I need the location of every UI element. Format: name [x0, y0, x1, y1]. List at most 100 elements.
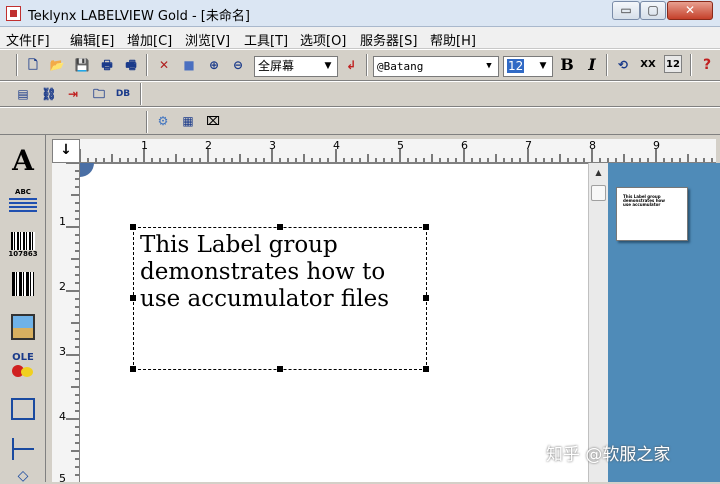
font-select-value: @Batang: [377, 60, 424, 73]
chevron-down-icon: ▼: [324, 61, 332, 71]
label-text-line: This Label group: [140, 232, 338, 258]
save-icon[interactable]: 💾: [73, 56, 91, 74]
ruler-number: 1: [141, 139, 148, 152]
label-text-line: demonstrates how to: [140, 259, 386, 285]
ellipse-tool-icon[interactable]: ◇: [8, 469, 38, 483]
ruler-number: 2: [205, 139, 212, 152]
toolbar-separator: [146, 54, 148, 76]
resize-handle[interactable]: [277, 224, 283, 230]
menu-bar: 文件[F] 编辑[E] 增加[C] 浏览[V] 工具[T] 选项[O] 服务器[…: [0, 27, 720, 49]
zoom-out-icon[interactable]: ⊖: [229, 56, 247, 74]
ruler-number: 5: [397, 139, 404, 152]
scrollbar-thumb[interactable]: [591, 185, 606, 201]
folder-link-icon[interactable]: 🗀: [90, 85, 108, 103]
import-icon[interactable]: ⇥: [64, 85, 82, 103]
zoom-select-value: 全屏幕: [258, 59, 295, 73]
ruler-number: 4: [59, 410, 66, 423]
maximize-button[interactable]: ▢: [640, 1, 666, 20]
horizontal-ruler: 1 2 3 4 5 6 7 8 9: [80, 139, 716, 163]
label-text-object[interactable]: This Label group demonstrates how to use…: [130, 224, 429, 372]
font-size-value: 12: [507, 59, 525, 73]
toolbar-separator: [140, 83, 142, 105]
resize-handle[interactable]: [423, 366, 429, 372]
watermark: 知乎 @软服之家: [546, 445, 671, 465]
print-icon[interactable]: 🖶: [98, 56, 116, 74]
open-folder-icon[interactable]: 📂: [48, 56, 66, 74]
toolbar-separator: [606, 54, 608, 76]
main-toolbar: 🗋 📂 💾 🖶 🖷 ✕ ■ ⊕ ⊖ 全屏幕 ▼ ↲ @Batang ▼ 12 ▼…: [0, 49, 720, 81]
return-arrow-icon[interactable]: ↲: [342, 56, 360, 74]
vertical-ruler-ticks: [66, 163, 79, 476]
print-preview-icon[interactable]: 🖷: [122, 56, 140, 74]
ruler-number: 2: [59, 280, 66, 293]
gear-icon[interactable]: ⚙: [154, 112, 172, 130]
vertical-ruler: 1 2 3 4 5: [52, 163, 80, 482]
barcode-2d-tool-icon[interactable]: [8, 272, 38, 302]
toolbar-separator: [366, 54, 368, 76]
menu-options[interactable]: 选项[O]: [300, 30, 346, 49]
secondary-toolbar: ▤ ⛓ ⇥ 🗀 DB: [0, 81, 720, 107]
resize-handle[interactable]: [277, 366, 283, 372]
paragraph-tool-icon[interactable]: ABC: [8, 188, 38, 218]
zoom-select[interactable]: 全屏幕 ▼: [254, 56, 338, 77]
menu-server[interactable]: 服务器[S]: [360, 30, 417, 49]
zoom-in-icon[interactable]: ⊕: [205, 56, 223, 74]
close-button[interactable]: ✕: [667, 1, 713, 20]
barcode-tool-icon[interactable]: 107863: [8, 232, 38, 262]
font-select[interactable]: @Batang ▼: [373, 56, 499, 77]
new-file-icon[interactable]: 🗋: [24, 56, 42, 74]
ruler-number: 5: [59, 472, 66, 482]
paragraph-tool-label: ABC: [15, 188, 31, 196]
size-12-button[interactable]: 12: [664, 55, 682, 73]
barcode-number: 107863: [8, 250, 38, 258]
ruler-origin-button[interactable]: ↓: [52, 139, 80, 163]
chevron-down-icon: ▼: [486, 61, 492, 71]
vertical-scrollbar[interactable]: [588, 163, 608, 482]
menu-tools[interactable]: 工具[T]: [244, 30, 288, 49]
italic-button[interactable]: I: [583, 56, 601, 74]
db-icon[interactable]: DB: [114, 85, 132, 103]
text-tool-icon[interactable]: A: [8, 146, 38, 176]
line-tool-icon[interactable]: [8, 434, 38, 464]
resize-handle[interactable]: [423, 224, 429, 230]
chevron-down-icon: ▼: [539, 61, 547, 71]
toolbar-separator: [146, 111, 148, 133]
menu-edit[interactable]: 编辑[E]: [70, 30, 114, 49]
thumbnail-text: This Label group demonstrates how use ac…: [623, 195, 665, 207]
minimize-button[interactable]: ▭: [612, 1, 640, 20]
ole-tool-icon[interactable]: OLE: [8, 352, 38, 382]
menu-add[interactable]: 增加[C]: [127, 30, 172, 49]
delete-icon[interactable]: ✕: [155, 56, 173, 74]
rectangle-tool-icon[interactable]: [8, 394, 38, 424]
rotate-icon[interactable]: ⟲: [614, 56, 632, 74]
stop-square-icon[interactable]: ■: [180, 56, 198, 74]
app-icon: [6, 6, 21, 21]
menu-view[interactable]: 浏览[V]: [185, 30, 230, 49]
toolbar-separator: [690, 54, 692, 76]
resize-handle[interactable]: [423, 295, 429, 301]
tertiary-toolbar: ⚙ ▦ ⌧: [0, 107, 720, 135]
database-form-icon[interactable]: ▤: [14, 85, 32, 103]
ruler-number: 6: [461, 139, 468, 152]
layers-icon[interactable]: ▦: [179, 112, 197, 130]
scroll-up-arrow-icon[interactable]: ▲: [591, 166, 606, 180]
thumbnail-line: use accumulator: [623, 202, 661, 207]
ruler-number: 9: [653, 139, 660, 152]
counter-icon[interactable]: ⌧: [204, 112, 222, 130]
ruler-number: 7: [525, 139, 532, 152]
resize-handle[interactable]: [130, 224, 136, 230]
menu-help[interactable]: 帮助[H]: [430, 30, 476, 49]
resize-handle[interactable]: [130, 366, 136, 372]
bold-button[interactable]: B: [558, 56, 576, 74]
resize-handle[interactable]: [130, 295, 136, 301]
font-size-select[interactable]: 12 ▼: [503, 56, 553, 77]
help-button[interactable]: ?: [698, 56, 716, 74]
ruler-number: 1: [59, 215, 66, 228]
network-icon[interactable]: ⛓: [40, 85, 58, 103]
menu-file[interactable]: 文件[F]: [6, 30, 50, 49]
ole-label: OLE: [12, 352, 34, 363]
xx-button[interactable]: XX: [639, 56, 657, 74]
ruler-number: 3: [269, 139, 276, 152]
ruler-number: 4: [333, 139, 340, 152]
image-tool-icon[interactable]: [8, 314, 38, 344]
